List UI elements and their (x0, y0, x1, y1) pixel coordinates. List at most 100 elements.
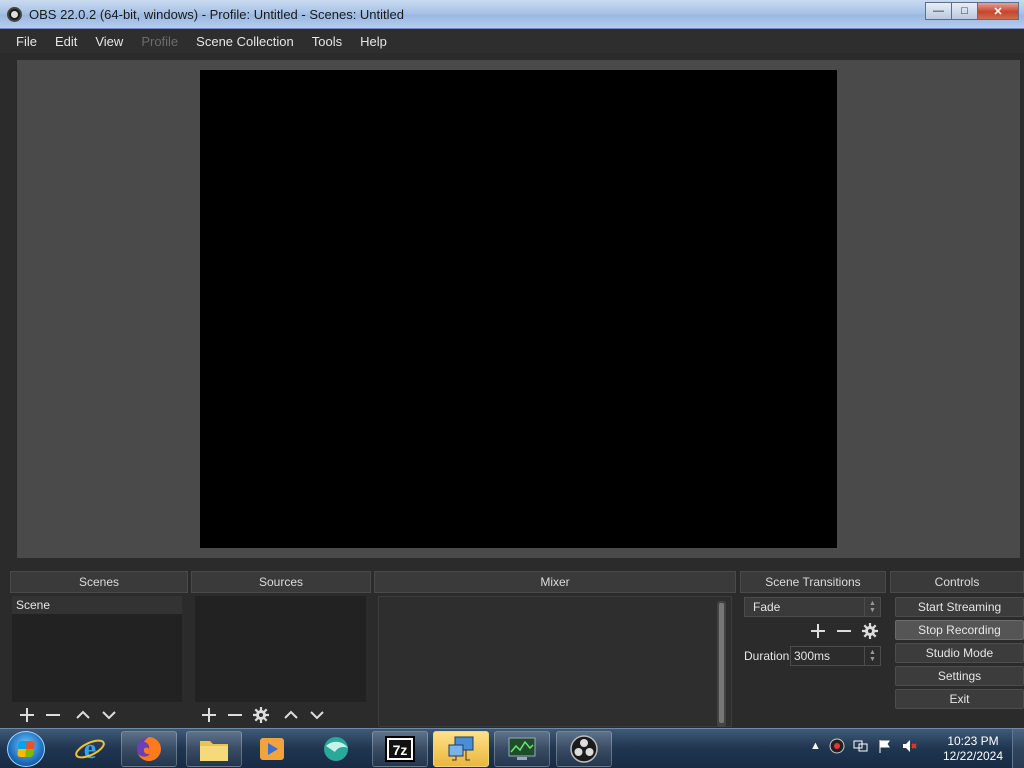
taskbar: e 7z ▲ 10:23 PM 12/22/2024 (0, 728, 1024, 768)
flag-icon[interactable] (877, 738, 893, 754)
scenes-list: Scene (12, 596, 182, 702)
chevron-up-icon (76, 710, 90, 719)
gear-icon (253, 707, 269, 723)
volume-muted-icon[interactable] (901, 738, 917, 754)
sources-dock: Sources (191, 571, 371, 723)
7zip-icon: 7z (385, 736, 415, 762)
select-spin-icon: ▲ ▼ (864, 598, 880, 616)
taskbar-firefox[interactable] (121, 731, 177, 767)
chevron-down-icon (310, 711, 324, 720)
sources-list[interactable] (195, 596, 366, 702)
scenes-dock-title: Scenes (10, 571, 188, 593)
plus-icon (202, 708, 216, 722)
transition-toolbar (805, 621, 883, 641)
taskbar-file-explorer[interactable] (186, 731, 242, 767)
menu-file[interactable]: File (7, 34, 46, 49)
mixer-dock: Mixer (374, 571, 736, 727)
move-source-down-button[interactable] (304, 705, 330, 725)
exit-button[interactable]: Exit (895, 689, 1024, 709)
transition-properties-button[interactable] (857, 621, 883, 641)
move-scene-up-button[interactable] (70, 705, 96, 725)
menu-edit[interactable]: Edit (46, 34, 86, 49)
svg-text:7z: 7z (393, 742, 408, 758)
menu-profile: Profile (141, 33, 179, 49)
move-scene-down-button[interactable] (96, 705, 122, 725)
scene-transitions-dock: Scene Transitions Fade ▲ ▼ Duration 300ms… (740, 571, 886, 666)
taskbar-browser-app[interactable] (308, 731, 364, 767)
remove-scene-button[interactable] (40, 705, 66, 725)
taskbar-remote-desktop[interactable] (433, 731, 489, 767)
menu-bar: File Edit View Profile Scene Collection … (0, 29, 1024, 53)
taskbar-network-monitor[interactable] (494, 731, 550, 767)
remove-transition-button[interactable] (831, 621, 857, 641)
mixer-dock-title: Mixer (374, 571, 736, 593)
source-properties-button[interactable] (248, 705, 274, 725)
stop-recording-button[interactable]: Stop Recording (895, 620, 1024, 640)
taskbar-obs-studio[interactable] (556, 731, 612, 767)
studio-mode-button[interactable]: Studio Mode (895, 643, 1024, 663)
folder-icon (200, 741, 228, 761)
plus-icon (811, 624, 825, 638)
menu-scene-collection[interactable]: Scene Collection (187, 34, 303, 49)
transition-select-value: Fade (753, 600, 781, 614)
firefox-icon (137, 737, 161, 761)
maximize-button[interactable]: □ (951, 2, 978, 20)
chevron-down-icon (102, 711, 116, 720)
sources-toolbar (196, 705, 330, 725)
media-player-icon (260, 738, 284, 760)
computer-network-icon (448, 736, 474, 761)
transition-select[interactable]: Fade ▲ ▼ (744, 597, 881, 617)
menu-view[interactable]: View (86, 34, 132, 49)
add-scene-button[interactable] (14, 705, 40, 725)
settings-button[interactable]: Settings (895, 666, 1024, 686)
duration-spin-icon[interactable]: ▲ ▼ (864, 647, 880, 665)
plus-icon (20, 708, 34, 722)
obs-recording-icon[interactable] (829, 738, 845, 754)
minus-icon (46, 714, 60, 716)
preview-canvas[interactable] (200, 70, 837, 548)
sources-dock-title: Sources (191, 571, 371, 593)
chevron-up-icon (284, 710, 298, 719)
clock-time: 10:23 PM (947, 734, 999, 748)
menu-tools[interactable]: Tools (303, 34, 351, 49)
preview-area (17, 60, 1020, 558)
controls-dock-title: Controls (890, 571, 1024, 593)
duration-label: Duration (744, 649, 790, 663)
duration-value: 300ms (794, 649, 831, 663)
minus-icon (837, 630, 851, 632)
remove-source-button[interactable] (222, 705, 248, 725)
start-streaming-button[interactable]: Start Streaming (895, 597, 1024, 617)
gear-icon (862, 623, 878, 639)
network-icon[interactable] (853, 738, 869, 754)
minus-icon (228, 714, 242, 716)
close-button[interactable]: ✕ (977, 2, 1019, 20)
minimize-button[interactable]: — (925, 2, 952, 20)
internet-explorer-icon: e (75, 734, 105, 765)
scene-transitions-dock-title: Scene Transitions (740, 571, 886, 593)
controls-dock: Controls (890, 571, 1024, 593)
mixer-panel (378, 596, 732, 727)
scene-list-item[interactable]: Scene (12, 596, 182, 614)
mixer-scrollbar[interactable] (717, 601, 726, 727)
start-button[interactable] (7, 731, 45, 767)
show-desktop-button[interactable] (1012, 729, 1024, 768)
clock-date: 12/22/2024 (942, 749, 1004, 763)
duration-field[interactable]: 300ms ▲ ▼ (790, 646, 881, 666)
show-hidden-icons-button[interactable]: ▲ (810, 740, 821, 752)
taskbar-media-player[interactable] (244, 731, 300, 767)
move-source-up-button[interactable] (278, 705, 304, 725)
taskbar-internet-explorer[interactable]: e (62, 731, 118, 767)
scenes-toolbar (14, 705, 122, 725)
scenes-dock: Scenes Scene (10, 571, 188, 722)
svg-text:e: e (84, 734, 96, 765)
bird-globe-icon (324, 737, 348, 761)
add-source-button[interactable] (196, 705, 222, 725)
title-bar: OBS 22.0.2 (64-bit, windows) - Profile: … (0, 0, 1024, 29)
window-title: OBS 22.0.2 (64-bit, windows) - Profile: … (29, 7, 404, 22)
add-transition-button[interactable] (805, 621, 831, 641)
menu-help[interactable]: Help (351, 34, 396, 49)
clock[interactable]: 10:23 PM 12/22/2024 (940, 734, 1006, 764)
taskbar-7zip[interactable]: 7z (372, 731, 428, 767)
window-controls: — □ ✕ (925, 2, 1019, 20)
monitor-chart-icon (508, 737, 536, 760)
